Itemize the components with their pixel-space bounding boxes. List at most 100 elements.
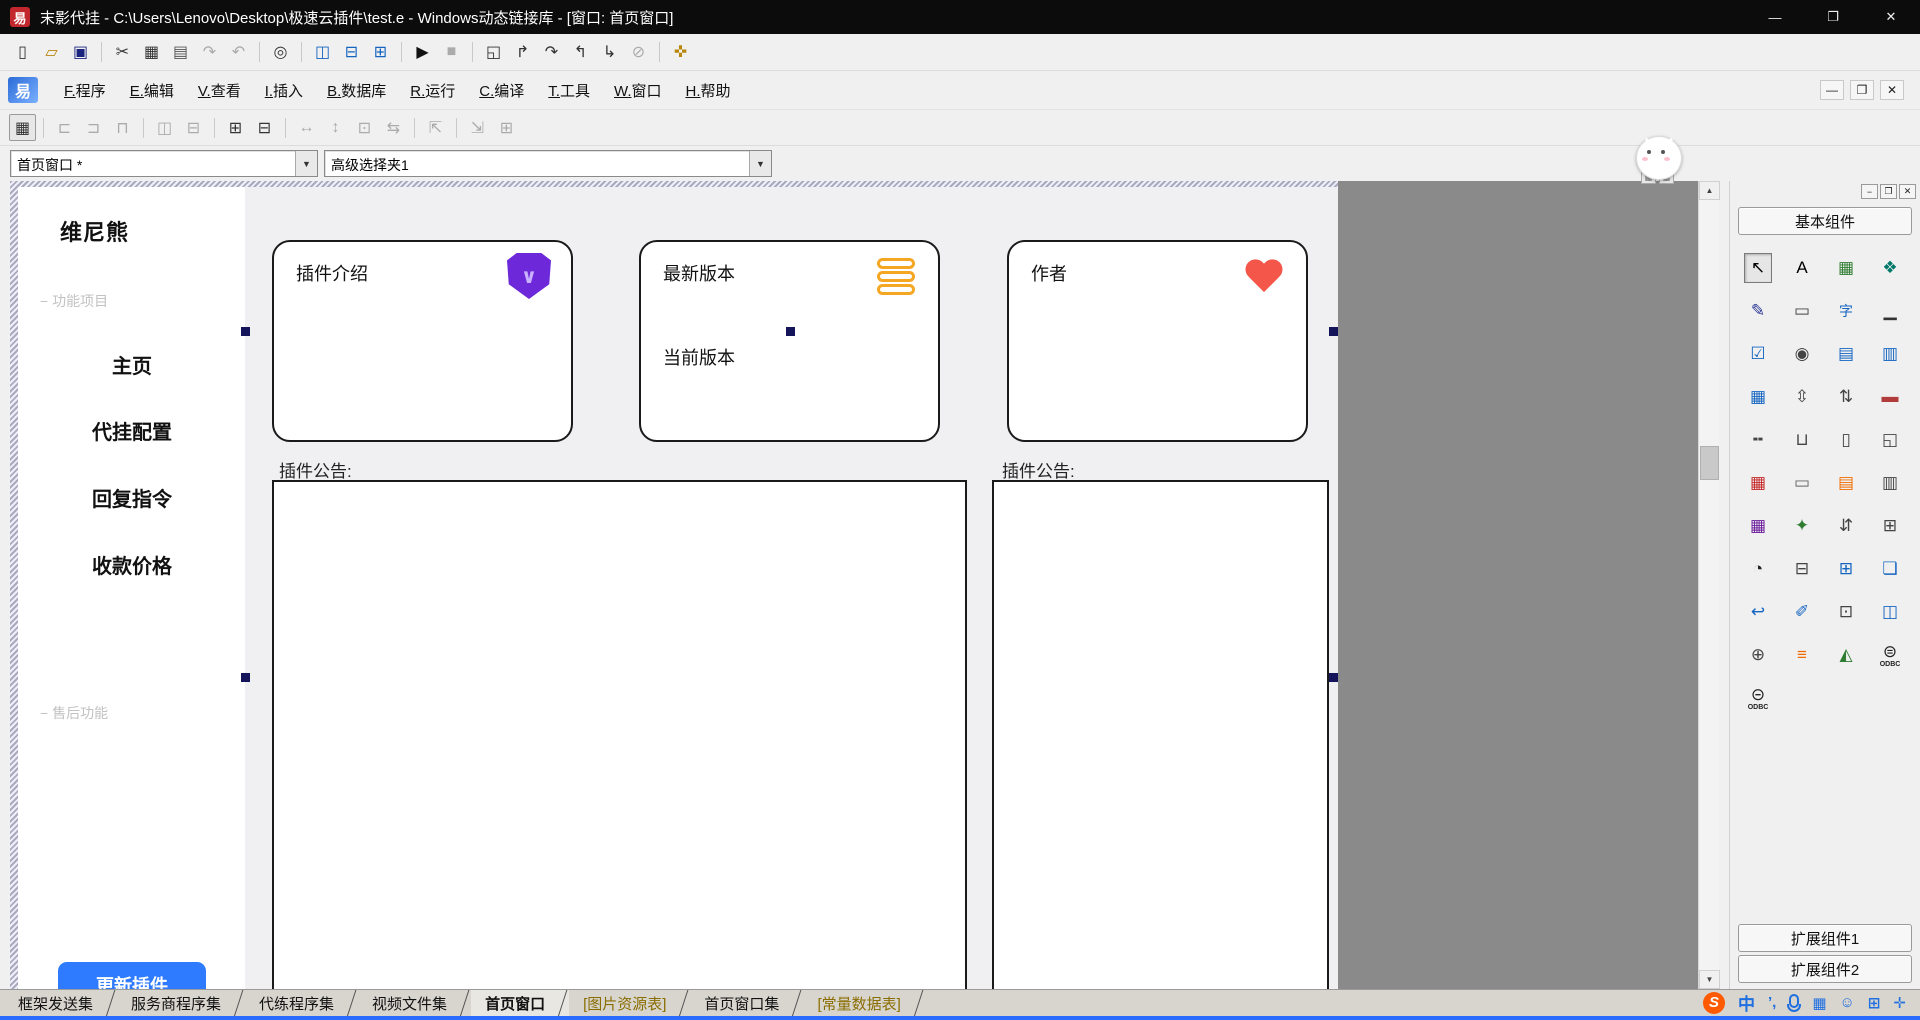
menu-program[interactable]: F.程序: [52, 74, 118, 107]
space-evenly-button[interactable]: ⇆: [380, 114, 407, 141]
timer-icon[interactable]: ◔: [1744, 554, 1772, 584]
grid-plus-icon[interactable]: ⊞: [1876, 511, 1904, 541]
editbox-icon[interactable]: ▭: [1788, 468, 1816, 498]
separator[interactable]: [43, 118, 44, 138]
run-to-cursor-button[interactable]: ↳: [596, 39, 623, 66]
resource-tab[interactable]: 首页窗口: [471, 990, 569, 1016]
copy-button[interactable]: ▦: [138, 39, 165, 66]
nav-item-config[interactable]: 代挂配置: [56, 416, 208, 445]
separator[interactable]: [659, 42, 660, 62]
menu-help[interactable]: H.帮助: [674, 74, 743, 107]
menu-database[interactable]: B.数据库: [315, 74, 398, 107]
radio-icon[interactable]: ◉: [1788, 339, 1816, 369]
selection-handle[interactable]: [241, 673, 250, 682]
edit-line-icon[interactable]: ▁: [1876, 296, 1904, 326]
tabstrip-icon[interactable]: ⊔: [1788, 425, 1816, 455]
folder-selector-combobox[interactable]: 高级选择夹1 ▼: [324, 150, 772, 177]
close-button[interactable]: ✕: [1862, 0, 1920, 34]
emoji-icon[interactable]: ☺: [1840, 994, 1855, 1011]
picture-icon[interactable]: ▦: [1832, 253, 1860, 283]
fit-grid-button[interactable]: ⊞: [493, 114, 520, 141]
chevron-down-icon[interactable]: ▼: [749, 151, 771, 176]
sogou-logo-icon[interactable]: S: [1703, 992, 1725, 1014]
spin-icon[interactable]: ⇅: [1832, 382, 1860, 412]
step-out-button[interactable]: ↰: [567, 39, 594, 66]
hscroll-icon[interactable]: ▬: [1876, 382, 1904, 412]
report-icon[interactable]: ▥: [1876, 468, 1904, 498]
version-card[interactable]: 最新版本 当前版本: [639, 240, 940, 442]
color-grid-icon[interactable]: ▦: [1744, 468, 1772, 498]
basic-components-header[interactable]: 基本组件: [1738, 207, 1912, 235]
printer-icon[interactable]: ⊟: [1788, 554, 1816, 584]
step-over-button[interactable]: ↷: [538, 39, 565, 66]
menu-compile[interactable]: C.编译: [467, 74, 536, 107]
canvas-vertical-scrollbar[interactable]: ▲ ▼: [1698, 181, 1719, 989]
resource-tab[interactable]: 首页窗口集: [690, 990, 803, 1016]
update-plugin-button[interactable]: 更新插件: [58, 962, 206, 989]
nav-item-price[interactable]: 收款价格: [56, 550, 208, 579]
debug-window-button[interactable]: ◱: [480, 39, 507, 66]
pause-button[interactable]: ⊘: [625, 39, 652, 66]
designed-form[interactable]: 插件介绍 ∨ 最新版本 当前版本 作者 插件公告: 插件公告: 维尼熊: [18, 187, 1338, 989]
separator[interactable]: [259, 42, 260, 62]
menu-insert[interactable]: I.插入: [253, 74, 315, 107]
step-into-button[interactable]: ↱: [509, 39, 536, 66]
palette-restore-button[interactable]: ❐: [1880, 184, 1897, 199]
minimize-button[interactable]: —: [1746, 0, 1804, 34]
grid-icon[interactable]: ⊞: [1868, 994, 1881, 1012]
mdi-close-button[interactable]: ✕: [1880, 80, 1904, 100]
query-icon[interactable]: ✐: [1788, 597, 1816, 627]
scrollbar-thumb[interactable]: [1700, 446, 1719, 480]
select-grid-icon[interactable]: ⊡: [1832, 597, 1860, 627]
mdi-restore-button[interactable]: ❐: [1850, 80, 1874, 100]
split-left-button[interactable]: ◫: [309, 39, 336, 66]
odbc-pair-icon[interactable]: ⊜ODBC: [1876, 640, 1904, 670]
ime-language-toggle[interactable]: 中: [1738, 990, 1755, 1015]
center-horizontal-button[interactable]: ◫: [151, 114, 178, 141]
resource-tab[interactable]: 服务商程序集: [117, 990, 245, 1016]
menu-run[interactable]: R.运行: [398, 74, 467, 107]
image-frame-icon[interactable]: ◱: [1876, 425, 1904, 455]
selection-handle[interactable]: [786, 327, 795, 336]
same-height-button[interactable]: ↕: [322, 114, 349, 141]
align-right-button[interactable]: ⊐: [80, 114, 107, 141]
document-icon[interactable]: ▯: [1832, 425, 1860, 455]
menu-view[interactable]: V.查看: [186, 74, 253, 107]
font-icon[interactable]: 字: [1832, 296, 1860, 326]
palette-close-button[interactable]: ✕: [1899, 184, 1916, 199]
separator[interactable]: [401, 42, 402, 62]
extended-components-1-button[interactable]: 扩展组件1: [1738, 924, 1912, 952]
split-horizontal-button[interactable]: ⊟: [338, 39, 365, 66]
paste-button[interactable]: ▤: [167, 39, 194, 66]
undo-button[interactable]: ↶: [225, 39, 252, 66]
vscroll-icon[interactable]: ⇳: [1788, 382, 1816, 412]
db-stack-icon[interactable]: ≡: [1788, 640, 1816, 670]
window-return-icon[interactable]: ↩: [1744, 597, 1772, 627]
ime-mascot-cat[interactable]: [1633, 130, 1685, 182]
bring-front-button[interactable]: ⇱: [422, 114, 449, 141]
icon-group-icon[interactable]: ❖: [1876, 253, 1904, 283]
spreadsheet-icon[interactable]: ▦: [1744, 511, 1772, 541]
nav-item-home[interactable]: 主页: [56, 350, 208, 379]
center-vertical-button[interactable]: ⊟: [180, 114, 207, 141]
split-grid-button[interactable]: ⊞: [367, 39, 394, 66]
notice-panel[interactable]: [272, 480, 967, 989]
separator[interactable]: [456, 118, 457, 138]
sort-icon[interactable]: ⇵: [1832, 511, 1860, 541]
menu-edit[interactable]: E.编辑: [118, 74, 186, 107]
selection-handle[interactable]: [1329, 327, 1338, 336]
separator[interactable]: [301, 42, 302, 62]
run-button[interactable]: ▶: [409, 39, 436, 66]
microphone-icon[interactable]: [1789, 994, 1799, 1008]
keyboard-icon[interactable]: ▦: [1812, 994, 1826, 1012]
align-top-button[interactable]: ⊓: [109, 114, 136, 141]
new-file-button[interactable]: ▯: [9, 39, 36, 66]
resource-tab[interactable]: [图片资源表]: [569, 990, 690, 1016]
menu-window[interactable]: W.窗口: [602, 74, 674, 107]
redo-button[interactable]: ↷: [196, 39, 223, 66]
mdi-minimize-button[interactable]: —: [1820, 80, 1844, 100]
window-link-icon[interactable]: ⊞: [1832, 554, 1860, 584]
restore-button[interactable]: ❐: [1804, 0, 1862, 34]
chevron-down-icon[interactable]: ▼: [295, 151, 317, 176]
send-back-button[interactable]: ⇲: [464, 114, 491, 141]
